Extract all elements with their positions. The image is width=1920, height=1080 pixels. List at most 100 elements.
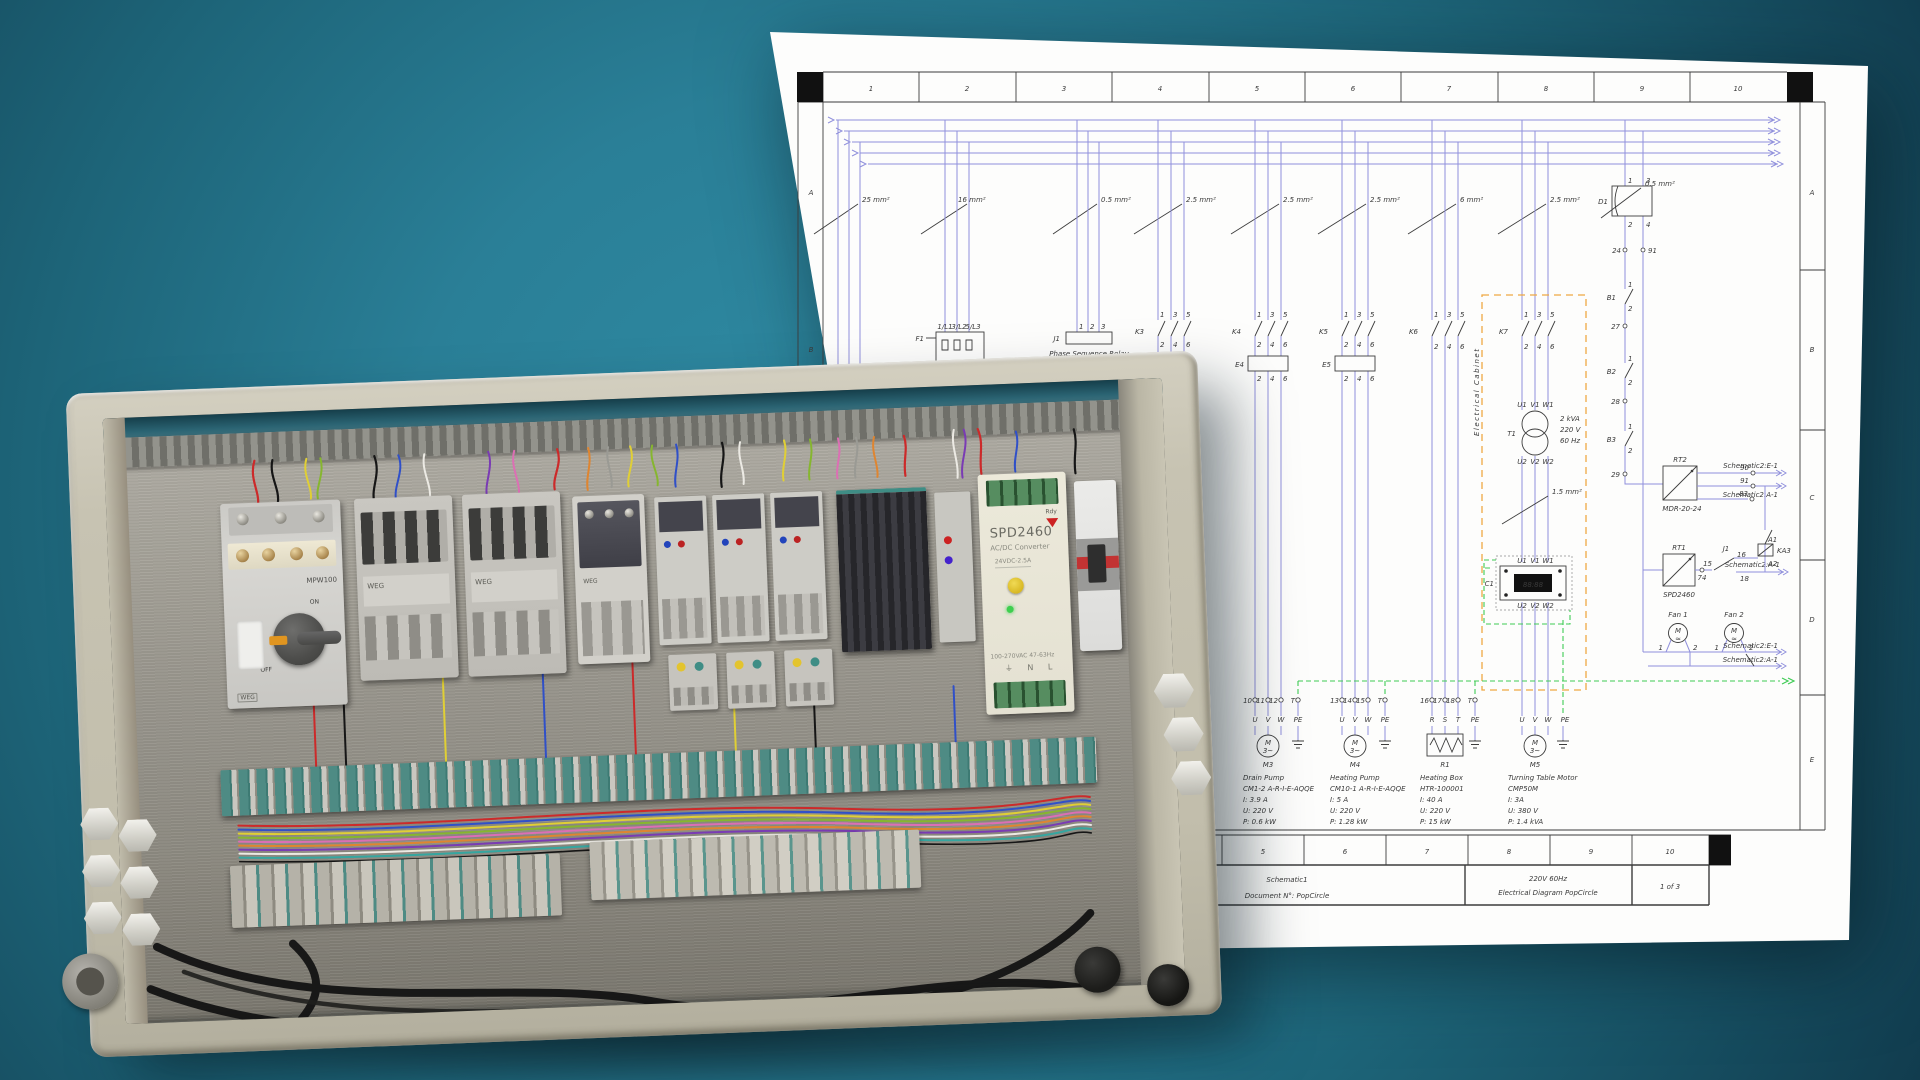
terminal-label: 6 — [1283, 341, 1288, 349]
phase-label: U — [1252, 716, 1257, 724]
terminal-number: 17 — [1433, 697, 1442, 705]
terminal-label: 1 — [1344, 311, 1348, 319]
phase-label: V — [1533, 716, 1539, 724]
mini-relay-3 — [770, 491, 828, 641]
col-label: 3 — [1062, 85, 1066, 93]
gauge-label: 1.5 mm² — [1552, 488, 1582, 496]
terminal-label: 1 — [1628, 355, 1632, 363]
motor-power: P: 1.4 kVA — [1508, 818, 1543, 826]
terminal-number: 18 — [1446, 697, 1455, 705]
phase-label: R — [1430, 716, 1435, 724]
offpage-link: Schematic2:A-1 — [1723, 656, 1778, 664]
col-label: 10 — [1734, 85, 1743, 93]
terminal-label: U1 — [1517, 557, 1527, 565]
motor-symbol: 3~ — [1530, 747, 1540, 755]
gauge-label: 16 mm² — [958, 196, 986, 204]
col-label: 8 — [1507, 848, 1512, 856]
overload-id: E5 — [1322, 361, 1331, 369]
motor-voltage: U: 220 V — [1330, 807, 1361, 815]
terminal-label: 24 — [1612, 247, 1621, 255]
motor-power: P: 1.28 kW — [1330, 818, 1369, 826]
terminal-label: 2 — [1693, 644, 1698, 652]
doc-title: Schematic1 — [1266, 876, 1307, 884]
psu-terminal-labels: ⏚ N L — [1005, 661, 1059, 674]
terminal-label: W2 — [1542, 458, 1554, 466]
component-id: D1 — [1598, 198, 1608, 206]
component-id: K5 — [1319, 328, 1329, 336]
terminal-label: U1 — [1517, 401, 1527, 409]
terminal-label: 3 — [1357, 311, 1361, 319]
digital-display: 88:88 — [1523, 581, 1544, 589]
interface-relay — [934, 491, 976, 642]
terminal-label: 3 — [1646, 177, 1650, 185]
motor-current: I: 5 A — [1330, 796, 1348, 804]
brand-label: WEG — [583, 578, 598, 586]
component-model: SPD2460 — [1663, 591, 1695, 599]
gauge-label: 25 mm² — [862, 196, 890, 204]
col-label: 6 — [1351, 85, 1356, 93]
terminal-label: 4 — [1537, 343, 1541, 351]
controller-c1: 88:88 C1 U1 V1 W1 U2 V2 W2 — [1484, 556, 1572, 624]
motor-power: P: 0.6 kW — [1243, 818, 1277, 826]
gauge-label: 2.5 mm² — [1186, 196, 1216, 204]
brand-label: WEG — [475, 578, 492, 587]
terminal-label: 2 — [1160, 341, 1165, 349]
contactor-large-2: WEG — [462, 491, 567, 677]
motor-name: Turning Table Motor — [1508, 774, 1578, 782]
motor-branch-m3: 10 11 12 T U V W PE M 3~ M3 Drain Pump C… — [1243, 697, 1315, 826]
terminal-label: 4 — [1173, 341, 1177, 349]
motor-id: M4 — [1350, 761, 1361, 769]
phase-label: T — [1456, 716, 1461, 724]
terminal-label: 6 — [1283, 375, 1288, 383]
terminal-label: 3 — [1447, 311, 1451, 319]
component-id: K4 — [1232, 328, 1241, 336]
switch-id: B1 — [1607, 294, 1616, 302]
component-id: C1 — [1485, 580, 1494, 588]
terminal-label: V2 — [1530, 458, 1540, 466]
col-label: 8 — [1544, 85, 1549, 93]
terminal-label: 29 — [1611, 471, 1620, 479]
motor-current: I: 3A — [1508, 796, 1524, 804]
terminal-label: U2 — [1517, 602, 1527, 610]
terminal-label: 3 — [1173, 311, 1177, 319]
terminal-label: 1 — [1160, 311, 1164, 319]
terminal-label: 4 — [1357, 375, 1361, 383]
terminal-label: 1 — [1257, 311, 1261, 319]
switch-id: B2 — [1607, 368, 1617, 376]
component-id: T1 — [1507, 430, 1516, 438]
rating: 220 V — [1560, 426, 1582, 434]
heater-voltage: U: 220 V — [1420, 807, 1451, 815]
terminal-label: 27 — [1611, 323, 1620, 331]
terminal-label: W2 — [1542, 602, 1554, 610]
terminal-label: 2 — [1257, 375, 1262, 383]
motor-branch-m4: 13 14 15 T U V W PE M 3~ M4 Heating Pump… — [1330, 697, 1406, 826]
terminal-label: 91 — [1648, 247, 1657, 255]
heater-power: P: 15 kW — [1420, 818, 1452, 826]
motor-symbol: 3~ — [1263, 747, 1273, 755]
motor-symbol: M — [1532, 739, 1538, 747]
fan-label: Fan 1 — [1668, 611, 1687, 619]
terminal-label: 6 — [1550, 343, 1555, 351]
terminal-label: 1 — [1628, 423, 1632, 431]
terminal-number: 10 — [1243, 697, 1252, 705]
col-label: 2 — [965, 85, 970, 93]
terminal-label: 1/L1 — [937, 323, 952, 331]
col-label: 5 — [1261, 848, 1266, 856]
thermal-overload-1 — [668, 653, 718, 711]
phase-label: V — [1353, 716, 1359, 724]
motor-symbol: M — [1265, 739, 1271, 747]
heater-id: R1 — [1440, 761, 1449, 769]
motor-branch-m5: U V W PE M 3~ M5 Turning Table Motor CMP… — [1508, 716, 1578, 826]
knob-on-label: ON — [310, 598, 319, 605]
terminal-label: 4 — [1357, 341, 1361, 349]
col-label: 7 — [1425, 848, 1430, 856]
terminal-label: 6 — [1460, 343, 1465, 351]
phase-label: PE — [1471, 716, 1480, 724]
overload-id: E4 — [1235, 361, 1244, 369]
terminal-label: 1 — [1628, 281, 1632, 289]
mini-relay-1 — [654, 495, 712, 645]
power-bus-lines — [828, 117, 1783, 167]
terminal-number: 11 — [1256, 697, 1265, 705]
psu-model: SPD2460 — [989, 524, 1052, 541]
component-id: J1 — [1051, 335, 1060, 343]
